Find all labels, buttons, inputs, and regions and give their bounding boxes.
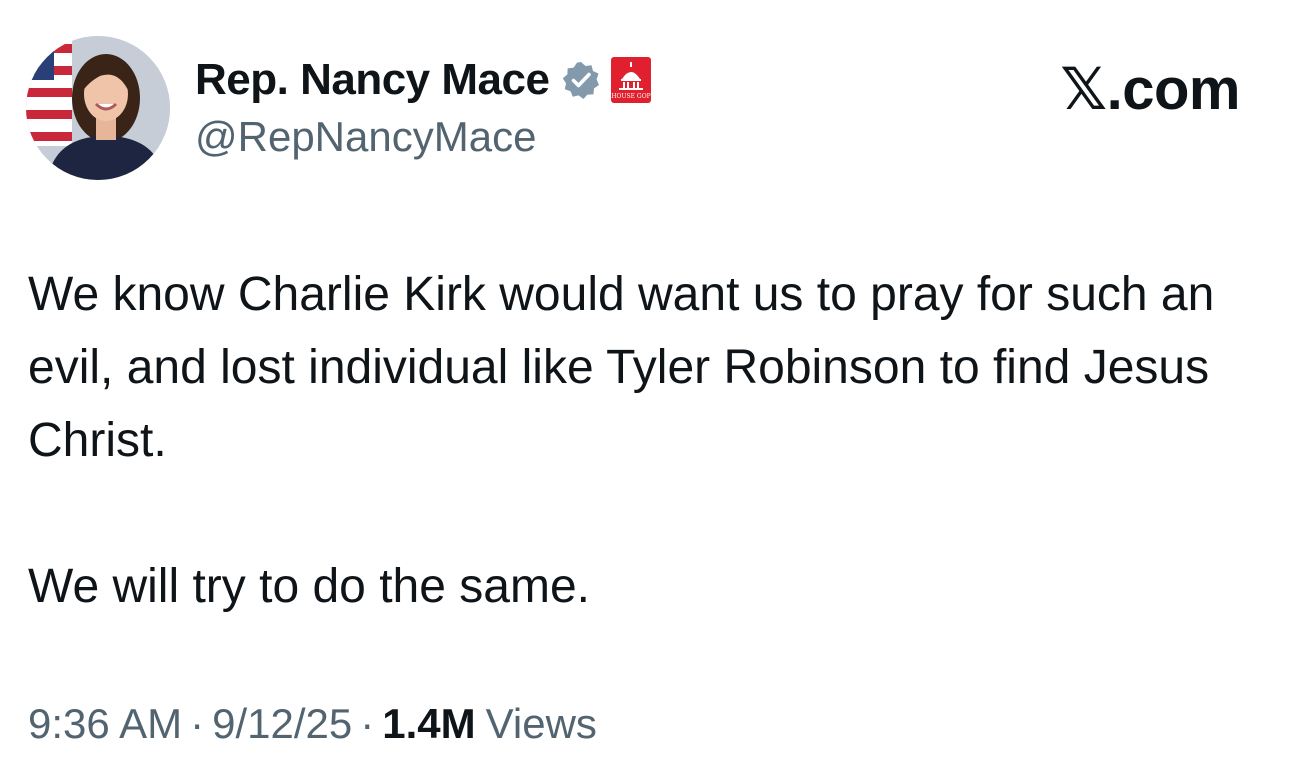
tweet-paragraph: We will try to do the same.	[28, 560, 590, 613]
views-count[interactable]: 1.4M	[382, 700, 475, 748]
avatar-photo	[26, 36, 170, 180]
tweet-date[interactable]: 9/12/25	[212, 700, 352, 748]
house-gop-badge-icon[interactable]: HOUSE GOP	[611, 57, 652, 103]
tweet-time[interactable]: 9:36 AM	[28, 700, 182, 748]
views-label: Views	[485, 700, 597, 747]
author-name-row: Rep. Nancy Mace HOUSE GOP	[195, 52, 652, 108]
display-name[interactable]: Rep. Nancy Mace	[195, 55, 550, 105]
tweet-text: We know Charlie Kirk would want us to pr…	[28, 258, 1268, 623]
author-handle[interactable]: @RepNancyMace	[195, 113, 536, 161]
avatar[interactable]	[26, 36, 170, 180]
house-gop-badge-text: HOUSE GOP	[612, 93, 651, 100]
meta-separator: ·	[360, 700, 375, 747]
meta-separator: ·	[190, 700, 205, 747]
tweet-meta: 9:36 AM · 9/12/25 · 1.4M Views	[28, 700, 597, 748]
x-com-logo: 𝕏.com	[1060, 57, 1240, 122]
tweet-paragraph: We know Charlie Kirk would want us to pr…	[28, 268, 1215, 467]
verified-badge-icon[interactable]	[561, 60, 601, 100]
